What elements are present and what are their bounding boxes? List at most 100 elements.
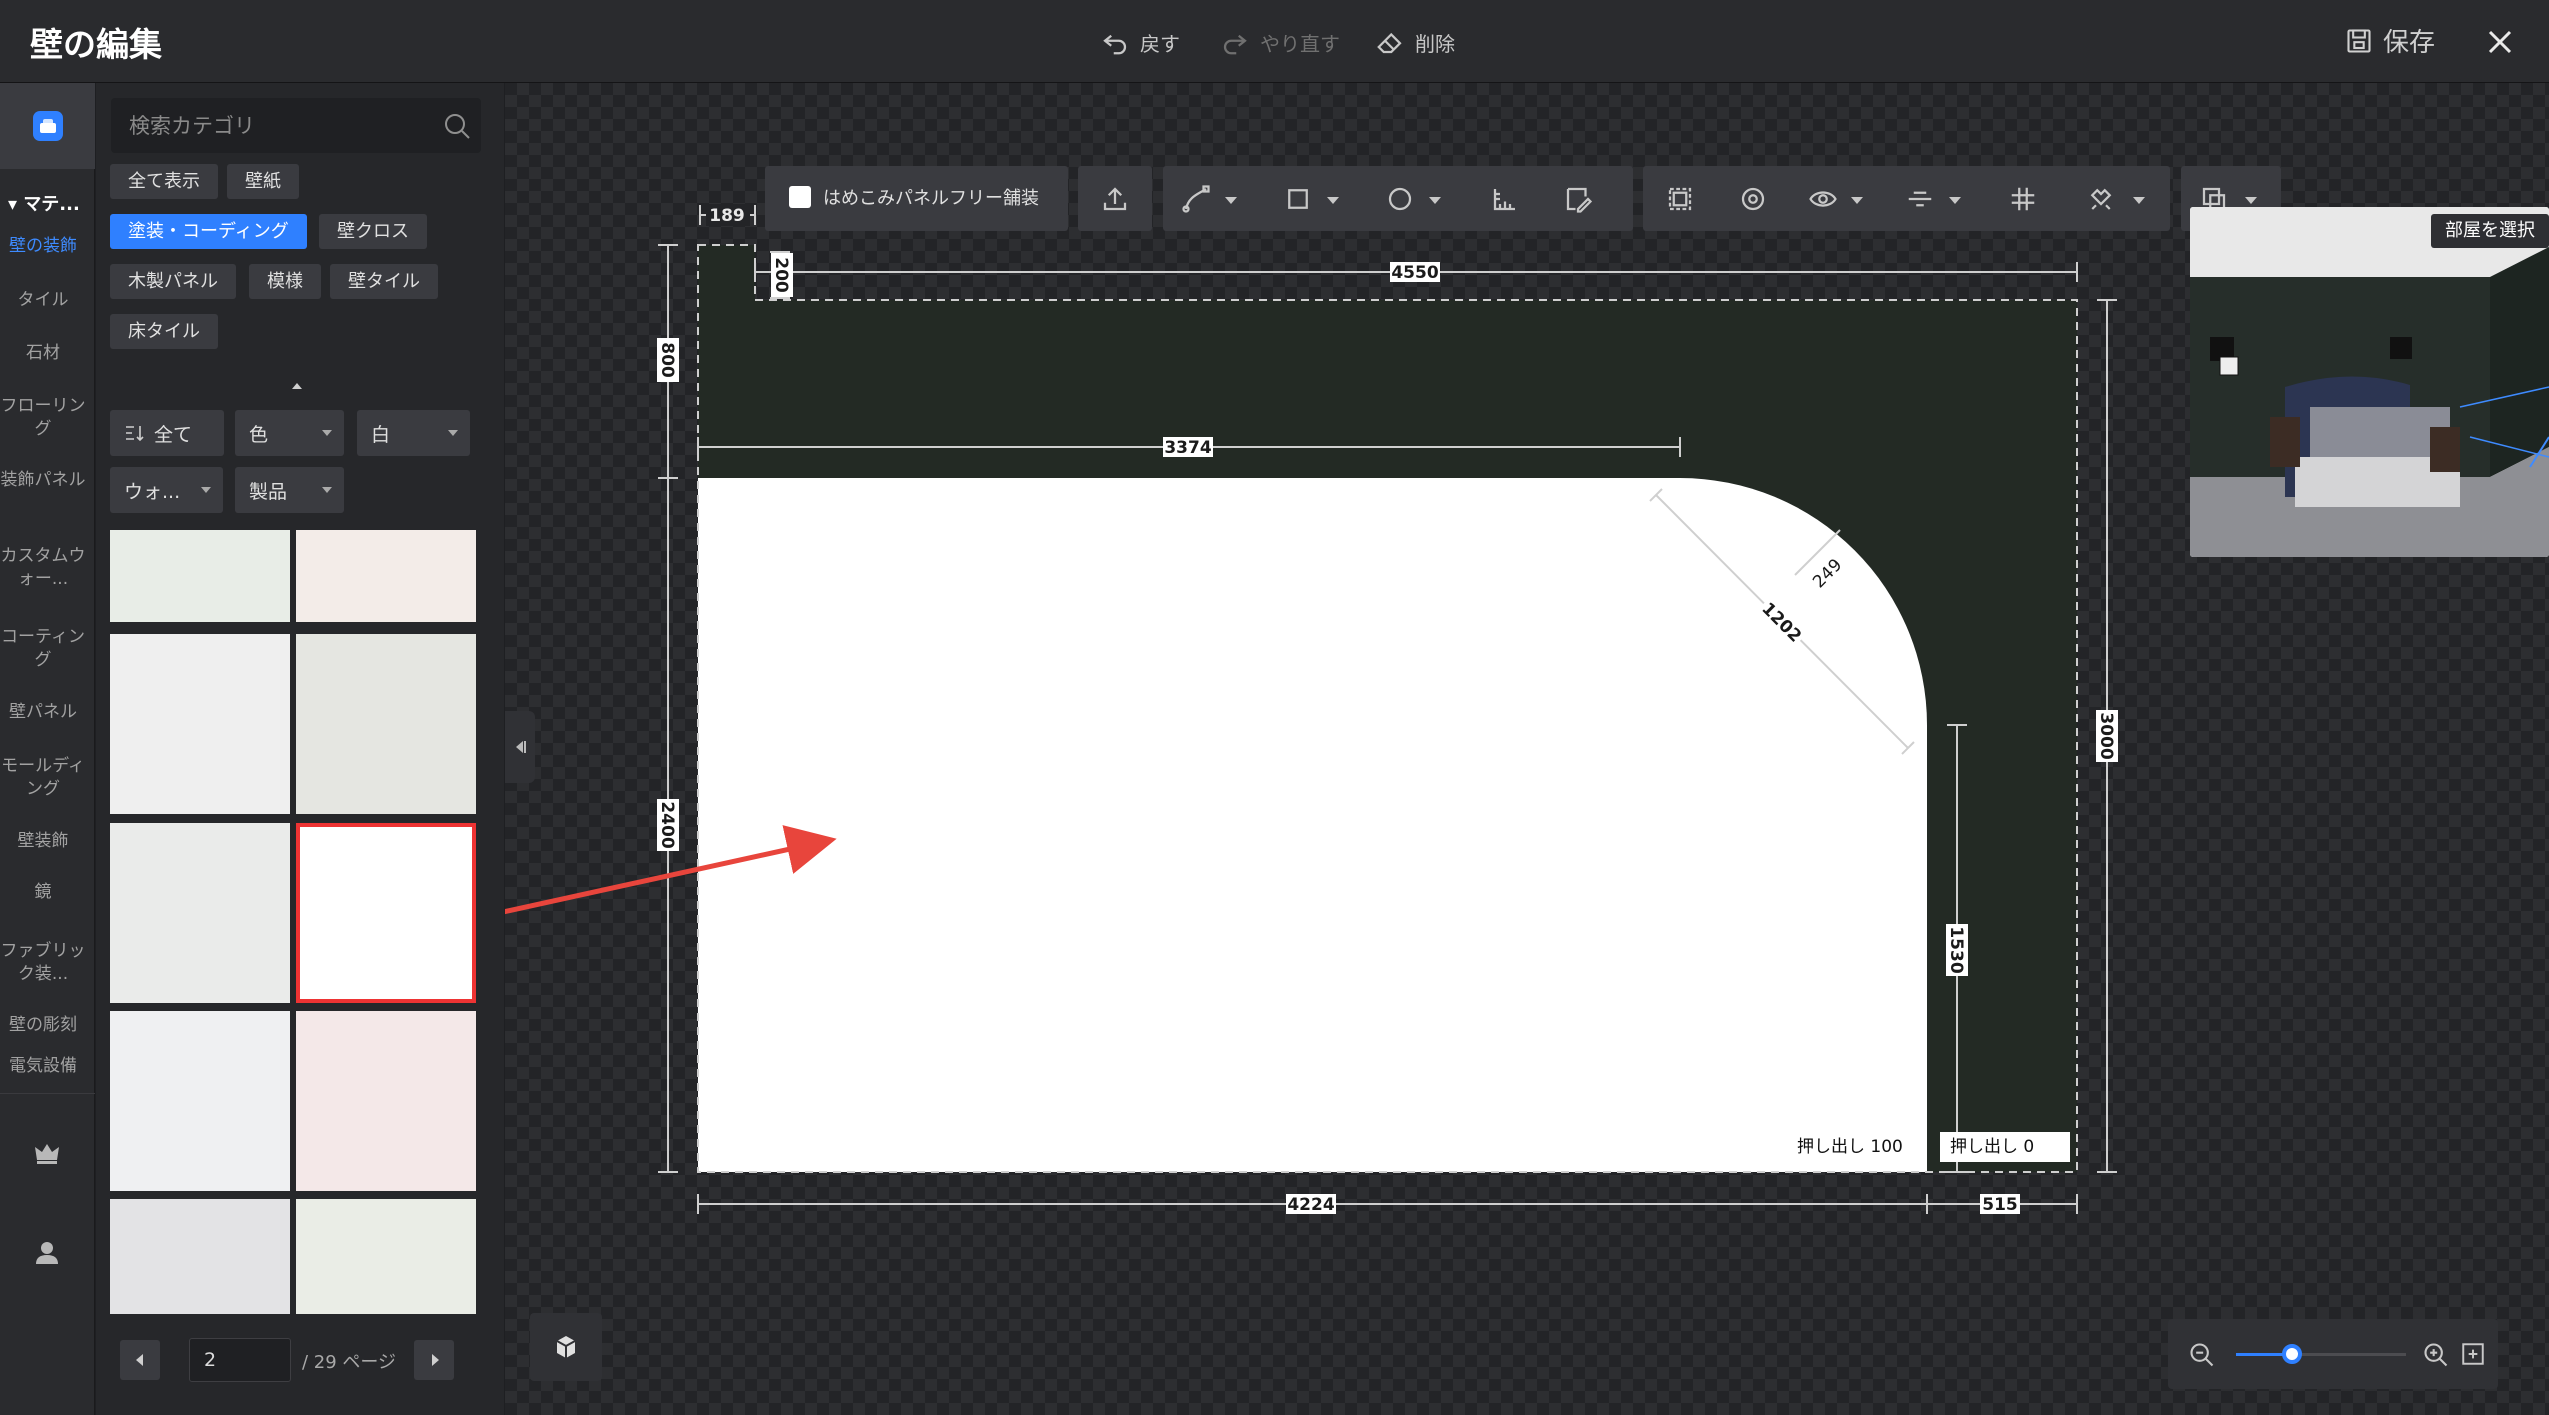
category-item[interactable]: カスタムウォー... (0, 545, 86, 591)
color-dropdown-value: 白 (371, 423, 391, 446)
crown-icon[interactable] (27, 1133, 67, 1173)
fit-view-icon[interactable] (2460, 1341, 2486, 1367)
import-button[interactable] (1078, 166, 1152, 231)
panel-collapse-handle[interactable] (505, 711, 535, 783)
extrude-label-wall[interactable]: 押し出し 0 (1940, 1132, 2070, 1162)
select-room-button[interactable]: 部屋を選択 (2431, 214, 2549, 248)
tag-wallpaper[interactable]: 壁紙 (227, 164, 299, 199)
material-swatch[interactable] (110, 634, 290, 814)
view-3d-button[interactable] (530, 1313, 602, 1381)
category-item[interactable]: 壁装飾 (0, 830, 86, 853)
tag-paint-coating[interactable]: 塗装・コーディング (110, 214, 307, 249)
material-tab[interactable] (0, 83, 95, 169)
category-item[interactable]: 壁の装飾 (0, 235, 86, 258)
edit-panel-icon[interactable] (1563, 184, 1593, 214)
type-dropdown-value: 製品 (249, 480, 288, 503)
align-icon[interactable] (1905, 184, 1935, 214)
chevron-left-icon (136, 1354, 143, 1366)
chevron-down-icon[interactable] (2133, 197, 2145, 204)
tag-show-all[interactable]: 全て表示 (110, 164, 218, 199)
save-button[interactable]: 保存 (2345, 22, 2435, 59)
tag-floor-tile[interactable]: 床タイル (110, 314, 218, 349)
redo-button[interactable]: やり直す (1220, 24, 1340, 60)
free-paving-checkbox[interactable] (789, 186, 811, 208)
eye-icon[interactable] (1808, 184, 1838, 214)
canvas-toolbar: はめこみパネルフリー舗装 (505, 83, 2549, 231)
zoom-in-icon[interactable] (2422, 1341, 2450, 1369)
wall-opening[interactable] (698, 478, 1927, 1172)
user-icon[interactable] (27, 1233, 67, 1273)
category-item[interactable]: 壁の彫刻 (0, 1014, 86, 1037)
close-icon[interactable] (2478, 20, 2522, 64)
zoom-slider-thumb[interactable] (2282, 1344, 2303, 1364)
chevron-down-icon[interactable] (1949, 197, 1961, 204)
material-swatch[interactable] (110, 1199, 290, 1314)
category-item[interactable]: モールディング (0, 755, 86, 801)
room-3d-preview[interactable]: 部屋を選択 (2190, 207, 2549, 557)
extrude-label-opening[interactable]: 押し出し 100 (1787, 1132, 1913, 1162)
spiral-icon[interactable] (1738, 184, 1768, 214)
material-swatch[interactable] (296, 1011, 476, 1191)
chevron-down-icon[interactable] (1429, 197, 1441, 204)
category-item[interactable]: 電気設備 (0, 1055, 86, 1078)
delete-button[interactable]: 削除 (1375, 24, 1455, 60)
zoom-out-icon[interactable] (2188, 1341, 2216, 1369)
material-swatch[interactable] (110, 1011, 290, 1191)
next-page-button[interactable] (414, 1340, 454, 1380)
save-icon (2347, 28, 2371, 53)
category-item[interactable]: 壁パネル (0, 701, 86, 724)
dim-label: 4224 (1287, 1195, 1334, 1215)
title-bar: 壁の編集 戻す やり直す 削除 保存 (0, 0, 2549, 83)
category-item[interactable]: ファブリック装... (0, 940, 86, 986)
material-swatch[interactable] (296, 823, 476, 1003)
material-swatch[interactable] (110, 530, 290, 622)
tag-wall-tile[interactable]: 壁タイル (330, 264, 438, 299)
category-item[interactable]: フローリング (0, 395, 86, 441)
select-area-icon[interactable] (1665, 184, 1695, 214)
material-swatch[interactable] (110, 823, 290, 1003)
undo-button[interactable]: 戻す (1100, 24, 1180, 60)
ruler-icon[interactable] (1490, 184, 1520, 214)
chevron-down-icon[interactable] (1225, 197, 1237, 204)
tag-wood-panel[interactable]: 木製パネル (110, 264, 236, 299)
tag-wall-cloth[interactable]: 壁クロス (319, 214, 427, 249)
chevron-down-icon[interactable] (1327, 197, 1339, 204)
search-input[interactable] (111, 98, 421, 153)
category-item[interactable]: コーティング (0, 626, 86, 672)
redo-label: やり直す (1260, 31, 1340, 56)
circle-icon[interactable] (1385, 184, 1415, 214)
magnet-icon[interactable] (2086, 184, 2116, 214)
scope-dropdown[interactable]: ウォ... (110, 467, 223, 513)
collapse-tags-icon[interactable] (290, 380, 304, 390)
zoom-control (2168, 1319, 2498, 1389)
chevron-down-icon[interactable] (1851, 197, 1863, 204)
material-swatch[interactable] (296, 1199, 476, 1314)
free-paving-toggle[interactable]: はめこみパネルフリー舗装 (765, 166, 1068, 231)
category-item[interactable]: 装飾パネル (0, 469, 86, 492)
pen-curve-icon[interactable] (1181, 184, 1211, 214)
redo-icon (1223, 34, 1247, 55)
search-icon[interactable] (441, 110, 473, 142)
category-item[interactable]: 石材 (0, 342, 86, 365)
view-tools (1643, 166, 2170, 231)
category-item[interactable]: タイル (0, 289, 86, 312)
prev-page-button[interactable] (120, 1340, 160, 1380)
chevron-down-icon (448, 430, 458, 436)
material-swatch[interactable] (296, 530, 476, 622)
category-rail: ▾ マテ... 壁の装飾 タイル 石材 フローリング 装飾パネル カスタムウォー... コー… (0, 83, 95, 1415)
color-dropdown[interactable]: 白 (357, 410, 470, 456)
attribute-dropdown-value: 色 (249, 423, 269, 446)
grid-icon[interactable] (2008, 184, 2038, 214)
rectangle-icon[interactable] (1283, 184, 1313, 214)
attribute-dropdown[interactable]: 色 (235, 410, 344, 456)
tag-pattern[interactable]: 模様 (249, 264, 321, 299)
save-label: 保存 (2383, 28, 2436, 58)
category-item[interactable]: 鏡 (0, 881, 86, 904)
page-number-input[interactable] (189, 1338, 291, 1382)
material-swatch[interactable] (296, 634, 476, 814)
wall-canvas[interactable]: 189 200 4550 800 3374 249 1202 3000 2400… (505, 83, 2549, 1415)
type-dropdown[interactable]: 製品 (235, 467, 344, 513)
sort-filter[interactable]: 全て (110, 410, 224, 456)
zoom-slider[interactable] (2236, 1344, 2406, 1364)
eraser-icon (1377, 32, 1402, 54)
